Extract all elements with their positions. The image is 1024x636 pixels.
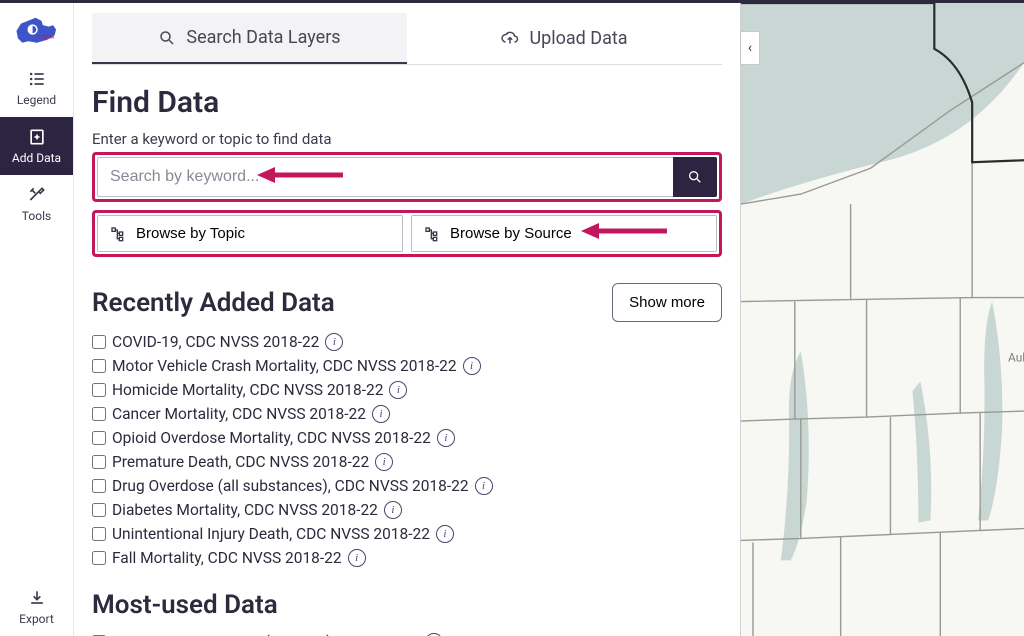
annotation-search-highlight	[92, 152, 722, 202]
search-icon	[158, 29, 176, 47]
info-icon[interactable]: i	[372, 405, 390, 423]
layer-checkbox[interactable]	[92, 383, 106, 397]
rail-item-add-data[interactable]: Add Data	[0, 117, 73, 175]
list-item: Motor Vehicle Crash Mortality, CDC NVSS …	[92, 354, 722, 378]
layer-checkbox[interactable]	[92, 455, 106, 469]
info-icon[interactable]: i	[436, 525, 454, 543]
tools-icon	[27, 185, 47, 205]
add-data-icon	[27, 127, 47, 147]
layer-label: Cancer Mortality, CDC NVSS 2018-22	[112, 405, 366, 423]
legend-icon	[27, 69, 47, 89]
info-icon[interactable]: i	[389, 381, 407, 399]
info-icon[interactable]: i	[437, 429, 455, 447]
info-icon[interactable]: i	[375, 453, 393, 471]
info-icon[interactable]: i	[325, 333, 343, 351]
map-panel[interactable]: Aub ‹	[740, 3, 1024, 636]
list-item: Opioid Overdose Mortality, CDC NVSS 2018…	[92, 426, 722, 450]
layer-checkbox[interactable]	[92, 359, 106, 373]
tab-search-data-layers[interactable]: Search Data Layers	[92, 13, 407, 64]
rail-item-tools[interactable]: Tools	[0, 175, 73, 233]
search-submit-button[interactable]	[673, 157, 717, 197]
page-title: Find Data	[92, 85, 722, 120]
layer-label: Fall Mortality, CDC NVSS 2018-22	[112, 549, 342, 567]
layer-label: Premature Death, CDC NVSS 2018-22	[112, 453, 369, 471]
tab-label: Upload Data	[529, 28, 627, 49]
info-icon[interactable]: i	[463, 357, 481, 375]
most-used-data-list: State Senate Districts (2022-23), TIGER …	[92, 630, 722, 636]
list-item: Premature Death, CDC NVSS 2018-22 i	[92, 450, 722, 474]
list-item: Unintentional Injury Death, CDC NVSS 201…	[92, 522, 722, 546]
tree-icon	[110, 226, 126, 242]
export-icon	[27, 588, 47, 608]
rail-item-label: Add Data	[12, 151, 61, 165]
layer-label: Opioid Overdose Mortality, CDC NVSS 2018…	[112, 429, 431, 447]
layer-checkbox[interactable]	[92, 407, 106, 421]
tabs: Search Data Layers Upload Data	[92, 13, 722, 65]
upload-icon	[501, 30, 519, 48]
svg-text:Aub: Aub	[1008, 350, 1024, 364]
list-item: Cancer Mortality, CDC NVSS 2018-22 i	[92, 402, 722, 426]
list-item: Drug Overdose (all substances), CDC NVSS…	[92, 474, 722, 498]
chevron-left-icon: ‹	[748, 40, 752, 56]
layer-label: Diabetes Mortality, CDC NVSS 2018-22	[112, 501, 378, 519]
list-item: COVID-19, CDC NVSS 2018-22 i	[92, 330, 722, 354]
search-input[interactable]	[97, 157, 673, 197]
info-icon[interactable]: i	[384, 501, 402, 519]
layer-checkbox[interactable]	[92, 551, 106, 565]
list-item: Homicide Mortality, CDC NVSS 2018-22 i	[92, 378, 722, 402]
layer-checkbox[interactable]	[92, 431, 106, 445]
most-used-heading: Most-used Data	[92, 590, 722, 620]
info-icon[interactable]: i	[348, 549, 366, 567]
list-item: Fall Mortality, CDC NVSS 2018-22 i	[92, 546, 722, 570]
tab-upload-data[interactable]: Upload Data	[407, 13, 722, 64]
browse-label: Browse by Source	[450, 225, 572, 242]
layer-label: Unintentional Injury Death, CDC NVSS 201…	[112, 525, 430, 543]
map-collapse-button[interactable]: ‹	[740, 31, 760, 65]
layer-checkbox[interactable]	[92, 503, 106, 517]
main-panel: Search Data Layers Upload Data Find Data…	[74, 3, 740, 636]
rail-item-label: Tools	[22, 209, 51, 223]
list-item: State Senate Districts (2022-23), TIGER …	[92, 630, 722, 636]
layer-checkbox[interactable]	[92, 527, 106, 541]
recently-added-heading: Recently Added Data	[92, 288, 612, 318]
brand-logo: NYSCAA	[0, 3, 73, 59]
layer-checkbox[interactable]	[92, 479, 106, 493]
layer-label: Drug Overdose (all substances), CDC NVSS…	[112, 477, 469, 495]
show-more-button[interactable]: Show more	[612, 283, 722, 322]
browse-by-source-button[interactable]: Browse by Source	[411, 215, 717, 252]
list-item: Diabetes Mortality, CDC NVSS 2018-22 i	[92, 498, 722, 522]
tab-label: Search Data Layers	[186, 27, 340, 48]
info-icon[interactable]: i	[475, 477, 493, 495]
recent-data-list: COVID-19, CDC NVSS 2018-22 i Motor Vehicle…	[92, 330, 722, 570]
browse-by-topic-button[interactable]: Browse by Topic	[97, 215, 403, 252]
rail-item-legend[interactable]: Legend	[0, 59, 73, 117]
layer-label: Motor Vehicle Crash Mortality, CDC NVSS …	[112, 357, 457, 375]
left-rail: NYSCAA Legend	[0, 3, 74, 636]
svg-text:NYSCAA: NYSCAA	[37, 35, 54, 40]
rail-item-label: Export	[19, 612, 54, 626]
rail-item-export[interactable]: Export	[0, 578, 73, 636]
layer-label: Homicide Mortality, CDC NVSS 2018-22	[112, 381, 383, 399]
tree-icon	[424, 226, 440, 242]
rail-item-label: Legend	[17, 93, 56, 107]
annotation-browse-highlight: Browse by Topic Browse by Source	[92, 210, 722, 257]
layer-label: COVID-19, CDC NVSS 2018-22	[112, 333, 319, 351]
layer-checkbox[interactable]	[92, 335, 106, 349]
search-hint: Enter a keyword or topic to find data	[92, 130, 722, 148]
browse-label: Browse by Topic	[136, 225, 245, 242]
